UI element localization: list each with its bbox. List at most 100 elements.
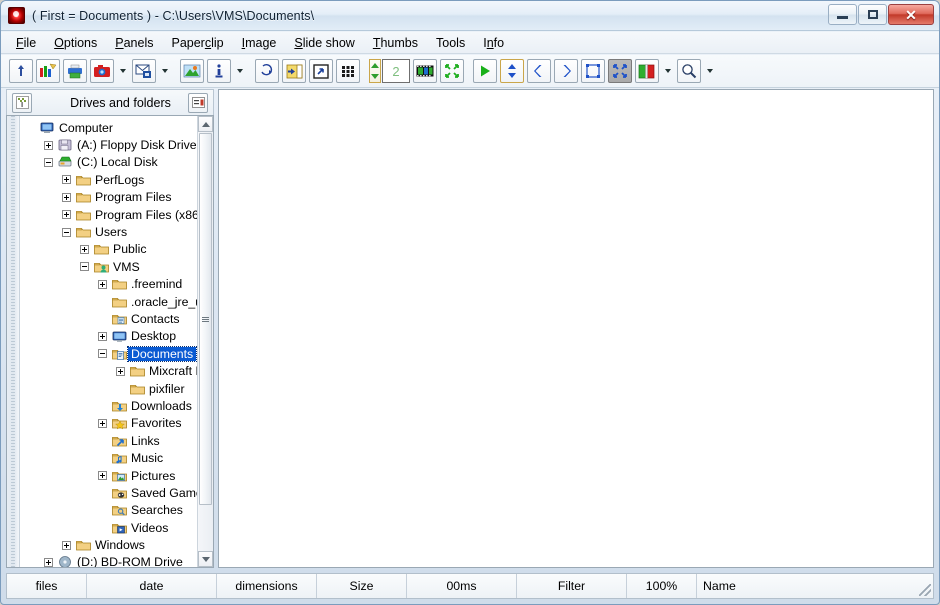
tree-item-pixfiler[interactable]: pixfiler	[20, 380, 213, 397]
fit-expand-button[interactable]	[440, 59, 464, 83]
tree-expander-plus[interactable]	[58, 540, 75, 550]
files-count[interactable]: files	[7, 574, 87, 598]
tree-expander-plus[interactable]	[40, 557, 57, 567]
panel-gutter[interactable]	[7, 116, 20, 567]
dimensions[interactable]: dimensions	[217, 574, 317, 598]
image-viewport[interactable]	[218, 89, 934, 568]
tree-item-freemind[interactable]: .freemind	[20, 276, 213, 293]
tree-item-users[interactable]: Users	[20, 223, 213, 240]
printer-button[interactable]	[63, 59, 87, 83]
tree-item-mixcraft-pro[interactable]: Mixcraft Pro	[20, 362, 213, 379]
tree-item-searches[interactable]: Searches	[20, 502, 213, 519]
menu-file[interactable]: File	[7, 34, 45, 52]
shortcut-arrow-button[interactable]	[309, 59, 333, 83]
tree-item-favorites[interactable]: Favorites	[20, 415, 213, 432]
tree-item-videos[interactable]: Videos	[20, 519, 213, 536]
tree-expander-plus[interactable]	[94, 471, 111, 480]
filter-field[interactable]: Filter	[517, 574, 627, 598]
tree-item-program-files-x86[interactable]: Program Files (x86)	[20, 206, 213, 223]
previous-image-button[interactable]	[527, 59, 551, 83]
thumbnail-grid-button[interactable]	[336, 59, 360, 83]
image-edit-button[interactable]	[180, 59, 204, 83]
save-mail-button[interactable]	[132, 59, 156, 83]
panel-close-button[interactable]	[188, 92, 208, 113]
info-dropdown-arrow[interactable]	[234, 59, 245, 83]
tree-expander-plus[interactable]	[94, 331, 111, 341]
tree-item-music[interactable]: Music	[20, 449, 213, 466]
chart-folder-button[interactable]	[36, 59, 60, 83]
scroll-updown-button[interactable]	[500, 59, 524, 83]
menu-tools[interactable]: Tools	[427, 34, 474, 52]
tree-item-public[interactable]: Public	[20, 241, 213, 258]
zoom-level[interactable]: 100%	[627, 574, 697, 598]
tree-item-links[interactable]: Links	[20, 432, 213, 449]
fit-to-window-button[interactable]	[581, 59, 605, 83]
tree-expander-plus[interactable]	[94, 418, 111, 428]
menu-info[interactable]: Info	[474, 34, 513, 52]
tree-item-downloads[interactable]: Downloads	[20, 397, 213, 414]
tree-item-a-floppy-disk-drive[interactable]: (A:) Floppy Disk Drive	[20, 136, 213, 153]
tree-item-pictures[interactable]: Pictures	[20, 467, 213, 484]
save-mail-dropdown-arrow[interactable]	[159, 59, 170, 83]
play-slideshow-button[interactable]	[473, 59, 497, 83]
info-button[interactable]	[207, 59, 231, 83]
minimize-button[interactable]	[828, 4, 857, 25]
scroll-down-button[interactable]	[198, 551, 213, 567]
tree-item-d-bd-rom-drive[interactable]: (D:) BD-ROM Drive	[20, 554, 213, 567]
tree-expander-minus[interactable]	[76, 262, 93, 272]
zoom-dropdown-arrow[interactable]	[704, 59, 715, 83]
tree-expander-plus[interactable]	[40, 140, 57, 150]
full-screen-button[interactable]	[608, 59, 632, 83]
tree-item-desktop[interactable]: Desktop	[20, 328, 213, 345]
maximize-button[interactable]	[858, 4, 887, 25]
tree-vertical-scrollbar[interactable]	[197, 116, 213, 567]
book-view-dropdown-arrow[interactable]	[662, 59, 673, 83]
menu-options[interactable]: Options	[45, 34, 106, 52]
size-field[interactable]: Size	[317, 574, 407, 598]
scroll-up-button[interactable]	[198, 116, 213, 132]
scroll-thumb[interactable]	[199, 133, 212, 505]
tree-item-oracle-jre-usag[interactable]: .oracle_jre_usag	[20, 293, 213, 310]
tree-item-computer[interactable]: Computer	[20, 119, 213, 136]
tree-item-program-files[interactable]: Program Files	[20, 189, 213, 206]
tree-item-saved-games[interactable]: Saved Games	[20, 484, 213, 501]
tree-expander-plus[interactable]	[58, 192, 75, 202]
filmstrip-button[interactable]	[413, 59, 437, 83]
tree-item-c-local-disk[interactable]: (C:) Local Disk	[20, 154, 213, 171]
tree-expander-minus[interactable]	[58, 227, 75, 237]
tree-expander-plus[interactable]	[76, 244, 93, 254]
tree-item-documents[interactable]: Documents	[20, 345, 213, 362]
tree-root-button[interactable]	[12, 92, 32, 113]
panel-toggle-button[interactable]	[282, 59, 306, 83]
menu-slide-show[interactable]: Slide show	[285, 34, 363, 52]
menu-paperclip[interactable]: Paperclip	[162, 34, 232, 52]
tree-expander-plus[interactable]	[94, 279, 111, 289]
camera-button[interactable]	[90, 59, 114, 83]
tree-item-windows[interactable]: Windows	[20, 536, 213, 553]
menu-thumbs[interactable]: Thumbs	[364, 34, 427, 52]
sort-field[interactable]: Name	[697, 574, 933, 598]
camera-dropdown-arrow[interactable]	[117, 59, 128, 83]
date-field[interactable]: date	[87, 574, 217, 598]
tree-expander-plus[interactable]	[58, 210, 75, 220]
folder-tree[interactable]: Computer (A:) Floppy Disk Drive (C:) Local…	[20, 116, 213, 567]
timing-field[interactable]: 00ms	[407, 574, 517, 598]
column-count-spinner[interactable]	[369, 59, 381, 83]
next-image-button[interactable]	[554, 59, 578, 83]
rotate-button[interactable]	[255, 59, 279, 83]
tree-expander-plus[interactable]	[112, 366, 129, 376]
zoom-button[interactable]	[677, 59, 701, 83]
tree-item-perflogs[interactable]: PerfLogs	[20, 171, 213, 188]
tree-expander-minus[interactable]	[40, 157, 57, 167]
resize-grip[interactable]	[919, 584, 931, 596]
close-button[interactable]: ✕	[888, 4, 934, 25]
tree-item-contacts[interactable]: Contacts	[20, 310, 213, 327]
column-count-value[interactable]: 2	[382, 59, 410, 83]
tree-expander-minus[interactable]	[94, 349, 111, 359]
tree-expander-plus[interactable]	[58, 175, 75, 185]
book-view-button[interactable]	[635, 59, 659, 83]
menu-panels[interactable]: Panels	[106, 34, 162, 52]
tree-item-vms[interactable]: VMS	[20, 258, 213, 275]
menu-image[interactable]: Image	[233, 34, 286, 52]
up-one-level-button[interactable]	[9, 59, 33, 83]
